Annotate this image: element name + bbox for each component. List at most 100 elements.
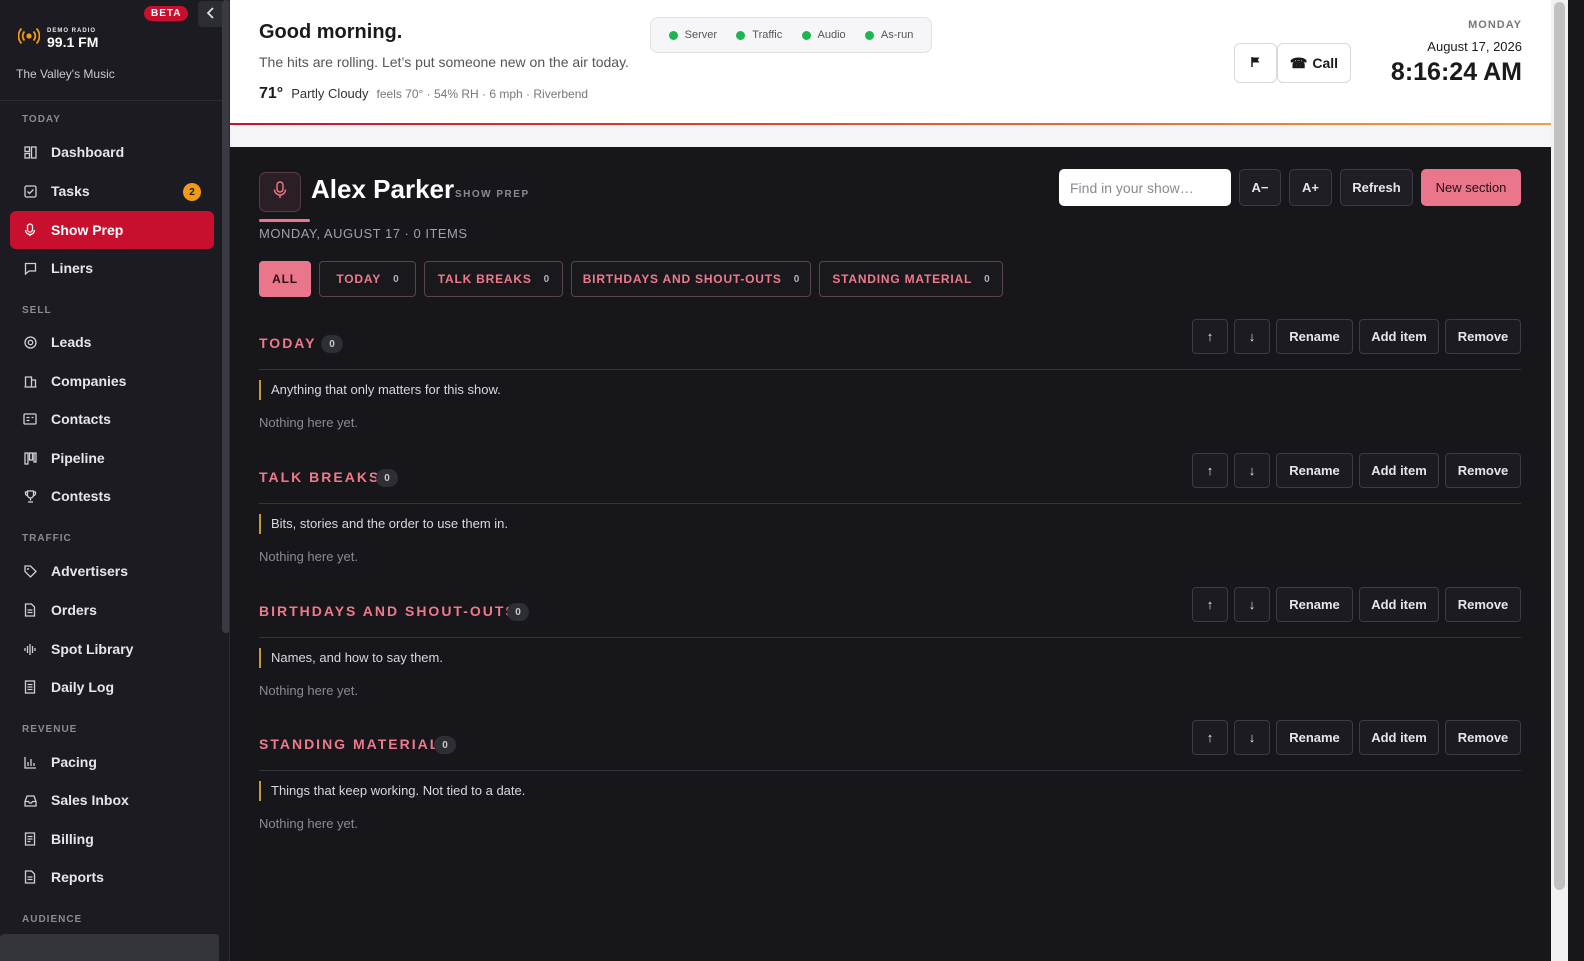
broadcast-icon: [17, 26, 41, 51]
section-empty-state: Nothing here yet.: [259, 549, 359, 564]
sidebar-item-advertisers[interactable]: Advertisers: [10, 552, 214, 590]
decrease-font-button[interactable]: A−: [1239, 169, 1281, 206]
sidebar-item-reports[interactable]: Reports: [10, 858, 214, 896]
remove-button[interactable]: Remove: [1445, 720, 1521, 755]
sidebar-item-pacing[interactable]: Pacing: [10, 743, 214, 781]
move-down-button[interactable]: ↓: [1234, 453, 1270, 488]
section-empty-state: Nothing here yet.: [259, 683, 359, 698]
arrow-down-icon: ↓: [1248, 597, 1256, 612]
rename-button[interactable]: Rename: [1276, 319, 1353, 354]
sidebar-item-companies[interactable]: Companies: [10, 362, 214, 400]
microphone-icon: [273, 180, 287, 204]
arrow-down-icon: ↓: [1248, 463, 1256, 478]
increase-font-button[interactable]: A+: [1289, 169, 1332, 206]
sidebar-item-label: Show Prep: [51, 222, 124, 238]
flag-button[interactable]: [1234, 43, 1277, 83]
filter-today[interactable]: TODAY 0: [319, 261, 416, 297]
move-up-button[interactable]: ↑: [1192, 453, 1228, 488]
trophy-icon: [23, 489, 37, 503]
section-standing-material: STANDING MATERIAL 0 ↑ ↓ Rename Add item …: [259, 720, 1521, 861]
document-icon: [23, 603, 37, 617]
status-server: Server: [668, 29, 717, 41]
status-as-run: As-run: [864, 29, 913, 41]
add-item-button[interactable]: Add item: [1359, 720, 1439, 755]
refresh-button[interactable]: Refresh: [1340, 169, 1413, 206]
sidebar-item-dashboard[interactable]: Dashboard: [10, 133, 214, 171]
filter-talk-breaks[interactable]: TALK BREAKS 0: [424, 261, 563, 297]
greeting-subtitle: The hits are rolling. Let’s put someone …: [259, 54, 629, 70]
move-up-button[interactable]: ↑: [1192, 587, 1228, 622]
sidebar-item-liners[interactable]: Liners: [10, 249, 214, 287]
sidebar-item-label: Dashboard: [51, 144, 125, 160]
sidebar-item-tasks[interactable]: Tasks 2: [10, 172, 214, 210]
section-title: TODAY: [259, 335, 317, 351]
filter-count: 0: [984, 273, 990, 285]
header-spacer: [230, 125, 1551, 147]
remove-button[interactable]: Remove: [1445, 453, 1521, 488]
filter-label: ALL: [272, 272, 298, 286]
section-header: BIRTHDAYS AND SHOUT-OUTS 0 ↑ ↓ Rename Ad…: [259, 587, 1521, 638]
sidebar-item-label: Tasks: [51, 183, 90, 199]
log-icon: [23, 680, 37, 694]
sidebar-item-label: Spot Library: [51, 641, 134, 657]
filter-label: BIRTHDAYS AND SHOUT-OUTS: [582, 272, 782, 286]
move-up-button[interactable]: ↑: [1192, 720, 1228, 755]
weather-summary: 71° Partly Cloudy feels 70° · 54% RH · 6…: [259, 85, 588, 103]
rename-button[interactable]: Rename: [1276, 587, 1353, 622]
filter-standing-material[interactable]: STANDING MATERIAL 0: [819, 261, 1003, 297]
call-button[interactable]: ☎ Call: [1277, 43, 1351, 83]
sidebar-item-sales-inbox[interactable]: Sales Inbox: [10, 781, 214, 819]
section-description: Things that keep working. Not tied to a …: [259, 781, 525, 801]
sidebar-item-label: Sales Inbox: [51, 792, 129, 808]
page-scrollbar[interactable]: [1551, 0, 1568, 961]
page-scrollbar-thumb[interactable]: [1554, 2, 1565, 890]
sidebar-item-show-prep[interactable]: Show Prep: [10, 211, 214, 249]
add-item-button[interactable]: Add item: [1359, 319, 1439, 354]
rename-button[interactable]: Rename: [1276, 453, 1353, 488]
sidebar-item-leads[interactable]: Leads: [10, 323, 214, 361]
move-down-button[interactable]: ↓: [1234, 319, 1270, 354]
show-search-input[interactable]: [1059, 169, 1231, 206]
move-down-button[interactable]: ↓: [1234, 587, 1270, 622]
station-frequency: 99.1 FM: [47, 34, 99, 50]
remove-button[interactable]: Remove: [1445, 319, 1521, 354]
sidebar-item-contacts[interactable]: Contacts: [10, 400, 214, 438]
sidebar-item-pipeline[interactable]: Pipeline: [10, 439, 214, 477]
section-title: STANDING MATERIAL: [259, 736, 441, 752]
page-tag: SHOW PREP: [455, 189, 530, 200]
rename-button[interactable]: Rename: [1276, 720, 1353, 755]
microphone-icon: [23, 223, 37, 237]
clock-time: 8:16:24 AM: [1390, 58, 1522, 86]
filter-all[interactable]: ALL: [259, 261, 311, 297]
sidebar-item-contests[interactable]: Contests: [10, 477, 214, 515]
section-count: 0: [321, 335, 343, 353]
add-item-button[interactable]: Add item: [1359, 587, 1439, 622]
add-item-button[interactable]: Add item: [1359, 453, 1439, 488]
weather-temperature: 71°: [259, 85, 284, 102]
remove-button[interactable]: Remove: [1445, 587, 1521, 622]
sidebar-item-daily-log[interactable]: Daily Log: [10, 668, 214, 706]
new-section-button[interactable]: New section: [1421, 169, 1521, 206]
section-count: 0: [507, 603, 529, 621]
sidebar-item-spot-library[interactable]: Spot Library: [10, 630, 214, 668]
sidebar-item-orders[interactable]: Orders: [10, 591, 214, 629]
sidebar-partial-item[interactable]: [0, 934, 219, 961]
move-up-button[interactable]: ↑: [1192, 319, 1228, 354]
waveform-icon: [23, 642, 37, 656]
nav-group-revenue: REVENUE: [22, 724, 78, 735]
active-underline: [259, 219, 310, 222]
station-logo[interactable]: DEMO RADIO 99.1 FM: [17, 26, 99, 51]
section-actions: ↑ ↓ Rename Add item Remove: [1192, 587, 1521, 622]
section-header: TODAY 0 ↑ ↓ Rename Add item Remove: [259, 319, 1521, 370]
sidebar-item-label: Pipeline: [51, 450, 105, 466]
move-down-button[interactable]: ↓: [1234, 720, 1270, 755]
sidebar-item-billing[interactable]: Billing: [10, 820, 214, 858]
brand-block: DEMO RADIO 99.1 FM The Valley's Music BE…: [0, 0, 229, 101]
sidebar-scrollbar[interactable]: [222, 0, 229, 633]
collapse-sidebar-button[interactable]: [198, 1, 224, 27]
filter-label: STANDING MATERIAL: [832, 272, 973, 286]
filter-birthdays-and-shout-outs[interactable]: BIRTHDAYS AND SHOUT-OUTS 0: [571, 261, 811, 297]
dashboard-icon: [23, 145, 37, 159]
top-header: Good morning. The hits are rolling. Let’…: [230, 0, 1551, 125]
greeting-title: Good morning.: [259, 21, 403, 43]
